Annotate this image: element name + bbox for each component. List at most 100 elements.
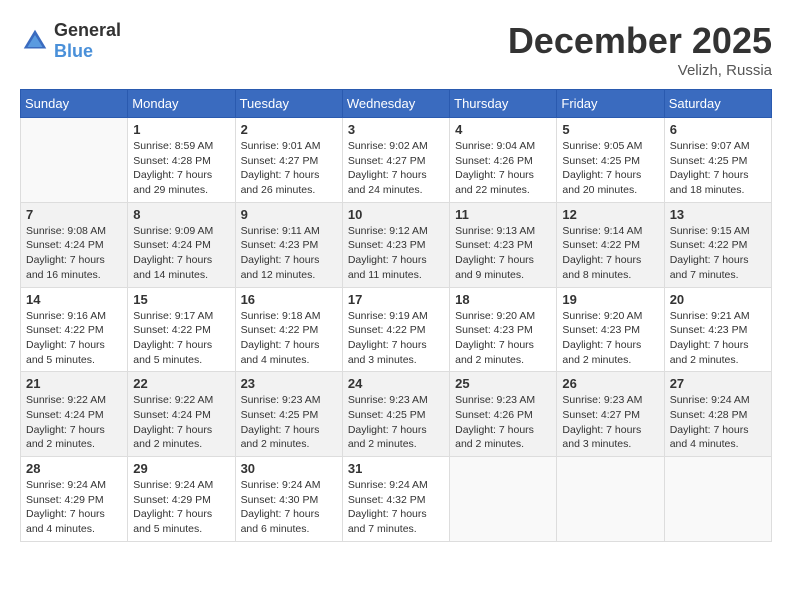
day-info: Sunrise: 9:02 AMSunset: 4:27 PMDaylight:…: [348, 139, 444, 198]
day-number: 3: [348, 122, 444, 137]
calendar-header-row: SundayMondayTuesdayWednesdayThursdayFrid…: [21, 90, 772, 118]
calendar-cell: 15 Sunrise: 9:17 AMSunset: 4:22 PMDayligh…: [128, 287, 235, 372]
calendar-cell: 25Sunrise: 9:23 AMSunset: 4:26 PMDayligh…: [450, 372, 557, 457]
day-number: 13: [670, 207, 766, 222]
day-info: Sunrise: 9:24 AMSunset: 4:29 PMDaylight:…: [133, 478, 229, 537]
day-info: Sunrise: 9:24 AMSunset: 4:32 PMDaylight:…: [348, 478, 444, 537]
calendar-cell: 20 Sunrise: 9:21 AMSunset: 4:23 PMDayligh…: [664, 287, 771, 372]
day-number: 30: [241, 461, 337, 476]
day-header-saturday: Saturday: [664, 90, 771, 118]
day-info: Sunrise: 9:16 AMSunset: 4:22 PMDaylight:…: [26, 309, 122, 368]
logo-text-general: General: [54, 20, 121, 40]
day-header-friday: Friday: [557, 90, 664, 118]
day-header-monday: Monday: [128, 90, 235, 118]
calendar-cell: [21, 118, 128, 203]
day-info: Sunrise: 9:05 AMSunset: 4:25 PMDaylight:…: [562, 139, 658, 198]
day-number: 7: [26, 207, 122, 222]
calendar-cell: 1Sunrise: 8:59 AMSunset: 4:28 PMDaylight…: [128, 118, 235, 203]
day-info: Sunrise: 9:24 AMSunset: 4:30 PMDaylight:…: [241, 478, 337, 537]
day-number: 25: [455, 376, 551, 391]
calendar-cell: 23 Sunrise: 9:23 AMSunset: 4:25 PMDayligh…: [235, 372, 342, 457]
day-number: 8: [133, 207, 229, 222]
logo: General Blue: [20, 20, 121, 62]
day-info: Sunrise: 9:22 AMSunset: 4:24 PMDaylight:…: [133, 393, 229, 452]
page-header: General Blue December 2025 Velizh, Russi…: [20, 20, 772, 79]
day-info: Sunrise: 9:13 AMSunset: 4:23 PMDaylight:…: [455, 224, 551, 283]
day-number: 6: [670, 122, 766, 137]
calendar-cell: 16 Sunrise: 9:18 AMSunset: 4:22 PMDayligh…: [235, 287, 342, 372]
calendar-cell: 7 Sunrise: 9:08 AMSunset: 4:24 PMDaylight…: [21, 202, 128, 287]
calendar-cell: 22 Sunrise: 9:22 AMSunset: 4:24 PMDayligh…: [128, 372, 235, 457]
logo-icon: [20, 26, 50, 56]
day-number: 12: [562, 207, 658, 222]
day-header-wednesday: Wednesday: [342, 90, 449, 118]
day-number: 15: [133, 292, 229, 307]
calendar-cell: 6Sunrise: 9:07 AMSunset: 4:25 PMDaylight…: [664, 118, 771, 203]
calendar-cell: 24 Sunrise: 9:23 AMSunset: 4:25 PMDayligh…: [342, 372, 449, 457]
calendar-cell: 4Sunrise: 9:04 AMSunset: 4:26 PMDaylight…: [450, 118, 557, 203]
calendar-week-row: 14 Sunrise: 9:16 AMSunset: 4:22 PMDayligh…: [21, 287, 772, 372]
calendar-week-row: 21 Sunrise: 9:22 AMSunset: 4:24 PMDayligh…: [21, 372, 772, 457]
day-info: Sunrise: 9:12 AMSunset: 4:23 PMDaylight:…: [348, 224, 444, 283]
day-info: Sunrise: 9:20 AMSunset: 4:23 PMDaylight:…: [455, 309, 551, 368]
day-info: Sunrise: 9:09 AMSunset: 4:24 PMDaylight:…: [133, 224, 229, 283]
calendar-cell: 3 Sunrise: 9:02 AMSunset: 4:27 PMDaylight…: [342, 118, 449, 203]
day-info: Sunrise: 9:23 AMSunset: 4:27 PMDaylight:…: [562, 393, 658, 452]
day-number: 26: [562, 376, 658, 391]
day-header-tuesday: Tuesday: [235, 90, 342, 118]
calendar-cell: 18 Sunrise: 9:20 AMSunset: 4:23 PMDayligh…: [450, 287, 557, 372]
day-number: 17: [348, 292, 444, 307]
calendar-cell: 2Sunrise: 9:01 AMSunset: 4:27 PMDaylight…: [235, 118, 342, 203]
calendar-cell: 28 Sunrise: 9:24 AMSunset: 4:29 PMDayligh…: [21, 457, 128, 542]
day-info: Sunrise: 9:18 AMSunset: 4:22 PMDaylight:…: [241, 309, 337, 368]
calendar-cell: 19 Sunrise: 9:20 AMSunset: 4:23 PMDayligh…: [557, 287, 664, 372]
calendar-week-row: 1Sunrise: 8:59 AMSunset: 4:28 PMDaylight…: [21, 118, 772, 203]
day-number: 22: [133, 376, 229, 391]
calendar-cell: 26 Sunrise: 9:23 AMSunset: 4:27 PMDayligh…: [557, 372, 664, 457]
day-number: 23: [241, 376, 337, 391]
calendar-cell: 12 Sunrise: 9:14 AMSunset: 4:22 PMDayligh…: [557, 202, 664, 287]
logo-text-blue: Blue: [54, 41, 93, 61]
day-info: Sunrise: 9:22 AMSunset: 4:24 PMDaylight:…: [26, 393, 122, 452]
day-info: Sunrise: 9:24 AMSunset: 4:29 PMDaylight:…: [26, 478, 122, 537]
calendar-cell: [557, 457, 664, 542]
day-number: 27: [670, 376, 766, 391]
day-info: Sunrise: 9:17 AMSunset: 4:22 PMDaylight:…: [133, 309, 229, 368]
day-number: 18: [455, 292, 551, 307]
calendar-cell: 17Sunrise: 9:19 AMSunset: 4:22 PMDayligh…: [342, 287, 449, 372]
day-number: 10: [348, 207, 444, 222]
calendar-cell: 31Sunrise: 9:24 AMSunset: 4:32 PMDayligh…: [342, 457, 449, 542]
calendar-week-row: 28 Sunrise: 9:24 AMSunset: 4:29 PMDayligh…: [21, 457, 772, 542]
calendar-cell: 9Sunrise: 9:11 AMSunset: 4:23 PMDaylight…: [235, 202, 342, 287]
calendar-table: SundayMondayTuesdayWednesdayThursdayFrid…: [20, 89, 772, 542]
calendar-cell: 21 Sunrise: 9:22 AMSunset: 4:24 PMDayligh…: [21, 372, 128, 457]
calendar-cell: 5Sunrise: 9:05 AMSunset: 4:25 PMDaylight…: [557, 118, 664, 203]
day-number: 20: [670, 292, 766, 307]
day-info: Sunrise: 9:20 AMSunset: 4:23 PMDaylight:…: [562, 309, 658, 368]
calendar-week-row: 7 Sunrise: 9:08 AMSunset: 4:24 PMDaylight…: [21, 202, 772, 287]
day-info: Sunrise: 9:08 AMSunset: 4:24 PMDaylight:…: [26, 224, 122, 283]
day-number: 24: [348, 376, 444, 391]
day-number: 1: [133, 122, 229, 137]
day-number: 28: [26, 461, 122, 476]
day-number: 19: [562, 292, 658, 307]
calendar-cell: 30 Sunrise: 9:24 AMSunset: 4:30 PMDayligh…: [235, 457, 342, 542]
calendar-cell: [664, 457, 771, 542]
title-block: December 2025 Velizh, Russia: [508, 20, 772, 79]
calendar-cell: [450, 457, 557, 542]
day-number: 14: [26, 292, 122, 307]
day-number: 21: [26, 376, 122, 391]
month-title: December 2025: [508, 20, 772, 62]
day-info: Sunrise: 9:14 AMSunset: 4:22 PMDaylight:…: [562, 224, 658, 283]
day-number: 11: [455, 207, 551, 222]
day-number: 16: [241, 292, 337, 307]
day-info: Sunrise: 9:23 AMSunset: 4:25 PMDaylight:…: [241, 393, 337, 452]
calendar-cell: 14 Sunrise: 9:16 AMSunset: 4:22 PMDayligh…: [21, 287, 128, 372]
calendar-cell: 27 Sunrise: 9:24 AMSunset: 4:28 PMDayligh…: [664, 372, 771, 457]
day-info: Sunrise: 9:24 AMSunset: 4:28 PMDaylight:…: [670, 393, 766, 452]
day-info: Sunrise: 9:21 AMSunset: 4:23 PMDaylight:…: [670, 309, 766, 368]
day-number: 2: [241, 122, 337, 137]
day-header-sunday: Sunday: [21, 90, 128, 118]
day-info: Sunrise: 9:23 AMSunset: 4:25 PMDaylight:…: [348, 393, 444, 452]
calendar-cell: 10 Sunrise: 9:12 AMSunset: 4:23 PMDayligh…: [342, 202, 449, 287]
